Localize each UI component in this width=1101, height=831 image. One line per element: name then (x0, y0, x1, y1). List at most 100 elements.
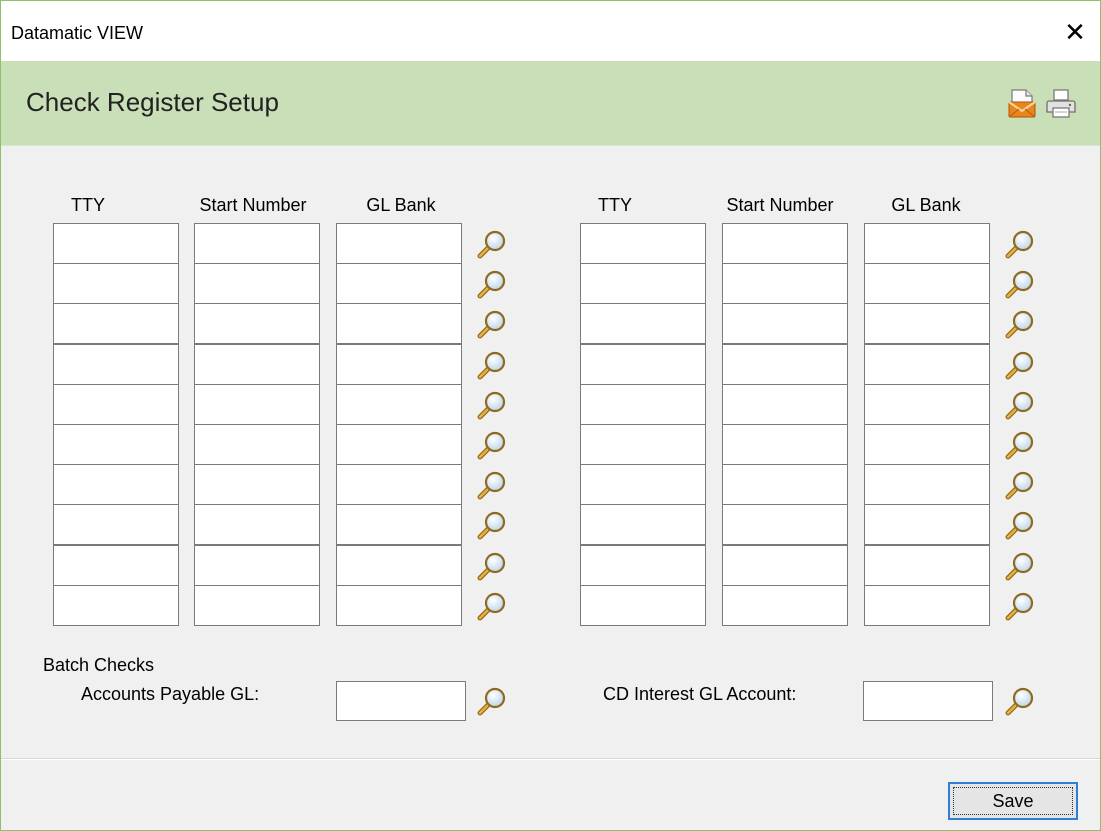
search-icon[interactable] (477, 229, 507, 259)
left-start-number-field[interactable] (194, 344, 320, 385)
batch-checks-label: Batch Checks (43, 655, 155, 675)
right-tty-field[interactable] (580, 263, 706, 304)
left-start-number-field[interactable] (194, 223, 320, 264)
close-icon[interactable]: ✕ (1058, 15, 1092, 49)
search-icon[interactable] (1005, 309, 1035, 339)
search-icon[interactable] (1005, 686, 1035, 716)
search-icon[interactable] (477, 551, 507, 581)
search-icon[interactable] (1005, 510, 1035, 540)
right-gl-bank-field[interactable] (864, 223, 990, 264)
right-tty-field[interactable] (580, 303, 706, 344)
search-icon[interactable] (477, 350, 507, 380)
right-tty-field[interactable] (580, 424, 706, 465)
accounts-payable-gl-label: Accounts Payable GL: (81, 684, 260, 704)
accounts-payable-gl-field[interactable] (336, 681, 466, 721)
search-icon[interactable] (1005, 591, 1035, 621)
search-icon[interactable] (1005, 551, 1035, 581)
search-icon[interactable] (477, 510, 507, 540)
left-tty-field[interactable] (53, 384, 179, 425)
left-tty-field[interactable] (53, 424, 179, 465)
search-icon[interactable] (1005, 269, 1035, 299)
left-gl-bank-field[interactable] (336, 545, 462, 586)
left-tty-field[interactable] (53, 585, 179, 626)
right-gl-bank-field[interactable] (864, 384, 990, 425)
left-gl-bank-field[interactable] (336, 504, 462, 545)
left-gl-bank-field[interactable] (336, 223, 462, 264)
right-start-number-field[interactable] (722, 545, 848, 586)
right-tty-field[interactable] (580, 545, 706, 586)
search-icon[interactable] (477, 686, 507, 716)
search-icon[interactable] (477, 591, 507, 621)
left-start-number-field[interactable] (194, 545, 320, 586)
col-header-start-number-left: Start Number (199, 195, 307, 215)
search-icon[interactable] (477, 430, 507, 460)
col-header-start-number-right: Start Number (726, 195, 834, 215)
right-tty-field[interactable] (580, 223, 706, 264)
left-gl-bank-field[interactable] (336, 585, 462, 626)
right-tty-field[interactable] (580, 344, 706, 385)
search-icon[interactable] (477, 309, 507, 339)
left-start-number-field[interactable] (194, 263, 320, 304)
right-gl-bank-field[interactable] (864, 263, 990, 304)
left-tty-field[interactable] (53, 504, 179, 545)
right-start-number-field[interactable] (722, 303, 848, 344)
footer-divider-highlight (1, 759, 1100, 760)
left-start-number-field[interactable] (194, 303, 320, 344)
right-start-number-field[interactable] (722, 585, 848, 626)
right-gl-bank-field[interactable] (864, 545, 990, 586)
left-start-number-field[interactable] (194, 464, 320, 505)
right-start-number-field[interactable] (722, 344, 848, 385)
right-start-number-field[interactable] (722, 504, 848, 545)
search-icon[interactable] (477, 470, 507, 500)
col-header-tty-right: TTY (598, 195, 632, 215)
save-button[interactable]: Save (948, 782, 1078, 820)
left-tty-field[interactable] (53, 263, 179, 304)
right-gl-bank-field[interactable] (864, 424, 990, 465)
cd-interest-gl-account-label: CD Interest GL Account: (603, 684, 797, 704)
left-gl-bank-field[interactable] (336, 384, 462, 425)
left-tty-field[interactable] (53, 223, 179, 264)
window-title: Datamatic VIEW (11, 23, 144, 43)
left-gl-bank-field[interactable] (336, 263, 462, 304)
right-gl-bank-field[interactable] (864, 585, 990, 626)
left-start-number-field[interactable] (194, 585, 320, 626)
right-start-number-field[interactable] (722, 223, 848, 264)
left-start-number-field[interactable] (194, 424, 320, 465)
left-gl-bank-field[interactable] (336, 424, 462, 465)
search-icon[interactable] (477, 390, 507, 420)
search-icon[interactable] (1005, 470, 1035, 500)
right-tty-field[interactable] (580, 464, 706, 505)
left-tty-field[interactable] (53, 545, 179, 586)
left-gl-bank-field[interactable] (336, 303, 462, 344)
cd-interest-gl-account-field[interactable] (863, 681, 993, 721)
left-tty-field[interactable] (53, 303, 179, 344)
right-gl-bank-field[interactable] (864, 504, 990, 545)
right-tty-field[interactable] (580, 585, 706, 626)
left-start-number-field[interactable] (194, 504, 320, 545)
search-icon[interactable] (1005, 229, 1035, 259)
app-window: Datamatic VIEW ✕ Check Register Setup TT… (0, 0, 1101, 831)
right-tty-field[interactable] (580, 504, 706, 545)
search-icon[interactable] (477, 269, 507, 299)
right-start-number-field[interactable] (722, 424, 848, 465)
right-gl-bank-field[interactable] (864, 344, 990, 385)
right-start-number-field[interactable] (722, 384, 848, 425)
right-start-number-field[interactable] (722, 263, 848, 304)
right-gl-bank-field[interactable] (864, 303, 990, 344)
save-button-label: Save (953, 787, 1073, 815)
search-icon[interactable] (1005, 350, 1035, 380)
search-icon[interactable] (1005, 430, 1035, 460)
left-tty-field[interactable] (53, 464, 179, 505)
col-header-tty-left: TTY (71, 195, 105, 215)
email-icon[interactable] (1006, 87, 1038, 119)
left-start-number-field[interactable] (194, 384, 320, 425)
search-icon[interactable] (1005, 390, 1035, 420)
left-tty-field[interactable] (53, 344, 179, 385)
right-start-number-field[interactable] (722, 464, 848, 505)
left-gl-bank-field[interactable] (336, 344, 462, 385)
content-area: TTY Start Number GL Bank TTY Start Numbe… (1, 146, 1100, 758)
right-tty-field[interactable] (580, 384, 706, 425)
right-gl-bank-field[interactable] (864, 464, 990, 505)
print-icon[interactable] (1045, 87, 1077, 119)
left-gl-bank-field[interactable] (336, 464, 462, 505)
